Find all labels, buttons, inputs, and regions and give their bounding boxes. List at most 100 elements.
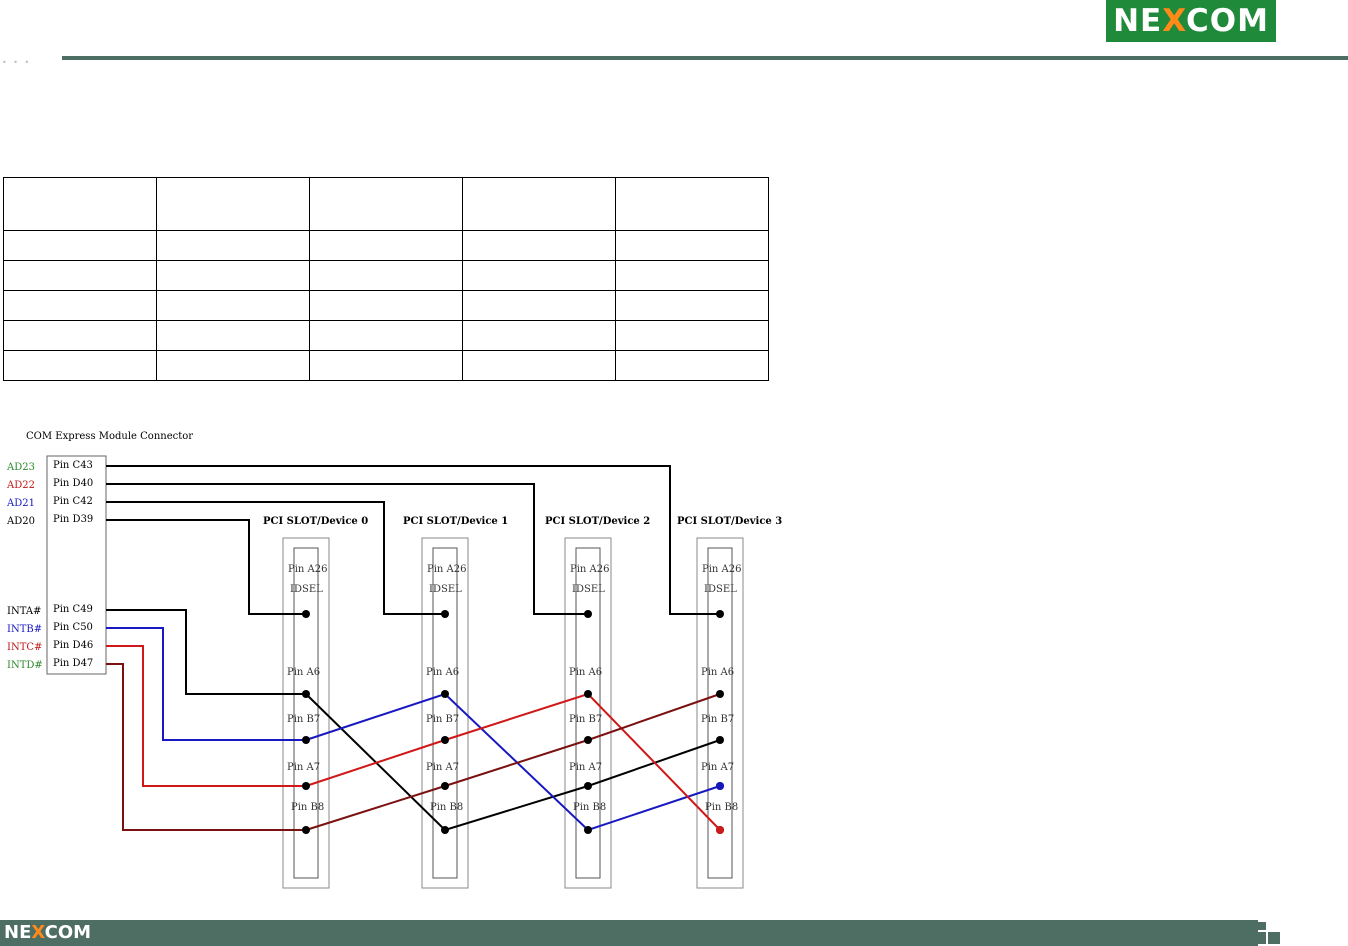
- signal-label: AD20: [6, 516, 35, 527]
- table-cell: [3, 260, 157, 291]
- table-cell: [156, 320, 310, 351]
- pci-slot-title: PCI SLOT/Device 3: [677, 516, 782, 527]
- table-cell: [309, 260, 463, 291]
- table-cell: [156, 260, 310, 291]
- pci-slot-title: PCI SLOT/Device 1: [403, 516, 508, 527]
- idsel-dot: [441, 610, 449, 618]
- idsel-wire: [106, 483, 588, 615]
- slot-pin-label: Pin A7: [426, 762, 459, 773]
- footer-logo-left: NE: [4, 922, 32, 943]
- slot-pin-label: Pin A7: [287, 762, 320, 773]
- table-header-row: [3, 177, 769, 231]
- slot-pin-label: Pin B8: [573, 802, 606, 813]
- pin-dot: [584, 690, 592, 698]
- footer-bar: [0, 920, 1258, 946]
- slot-pin-label: Pin A6: [569, 667, 602, 678]
- table-cell: [462, 260, 616, 291]
- slot-pin-label: Pin B7: [426, 714, 459, 725]
- idsel-dot: [302, 610, 310, 618]
- connector-pin-label: Pin C42: [53, 496, 93, 507]
- slot-pin-label: Pin A6: [287, 667, 320, 678]
- connector-pin-label: Pin D46: [53, 640, 93, 651]
- pci-slot-title: PCI SLOT/Device 2: [545, 516, 650, 527]
- footer-logo: NEXCOM: [4, 920, 91, 946]
- table-cell: [309, 350, 463, 381]
- slot-idsel-label: IDSEL: [572, 584, 605, 595]
- interrupt-wire: [106, 627, 306, 741]
- connector-pin-label: Pin C43: [53, 460, 93, 471]
- idsel-wire: [106, 519, 306, 615]
- table-row: [3, 290, 769, 321]
- pin-dot: [716, 736, 724, 744]
- connector-pin-label: Pin D47: [53, 658, 93, 669]
- footer-corner-mark: [1258, 922, 1280, 944]
- table-cell: [615, 177, 769, 231]
- table-cell: [615, 260, 769, 291]
- idsel-dot: [584, 610, 592, 618]
- slot-pin-label: Pin B7: [701, 714, 734, 725]
- interrupt-wire: [106, 609, 306, 695]
- table-cell: [309, 290, 463, 321]
- slot-pin-label: Pin A7: [569, 762, 602, 773]
- header-rule: [62, 56, 1348, 60]
- slot-pin-label: Pin B8: [705, 802, 738, 813]
- slot-idsel-label: IDSEL: [704, 584, 737, 595]
- header-dots: • • •: [2, 58, 32, 67]
- signal-label: AD21: [6, 498, 35, 509]
- pin-dot: [716, 826, 724, 834]
- slot-pin-label: Pin A7: [701, 762, 734, 773]
- signal-label: INTD#: [7, 660, 43, 671]
- empty-table: [3, 177, 769, 381]
- slot-idsel-pin-label: Pin A26: [288, 564, 328, 575]
- slot-idsel-label: IDSEL: [290, 584, 323, 595]
- table-cell: [3, 350, 157, 381]
- pin-dot: [716, 690, 724, 698]
- interrupt-wire: [106, 663, 306, 831]
- signal-label: INTA#: [7, 606, 41, 617]
- table-cell: [615, 350, 769, 381]
- pci-routing-diagram: COM Express Module Connector AD23 Pin C43 A…: [6, 431, 782, 889]
- table-cell: [3, 230, 157, 261]
- pin-dot: [302, 690, 310, 698]
- slot-idsel-pin-label: Pin A26: [427, 564, 467, 575]
- slot-pin-label: Pin B8: [430, 802, 463, 813]
- pin-dot: [584, 826, 592, 834]
- signal-label: AD23: [6, 462, 35, 473]
- nexcom-logo: NEXCOM: [1106, 0, 1276, 42]
- table-row: [3, 260, 769, 291]
- slot-pin-label: Pin B8: [291, 802, 324, 813]
- table-cell: [309, 320, 463, 351]
- idsel-wire: [106, 465, 720, 615]
- pin-dot: [441, 690, 449, 698]
- table-cell: [156, 350, 310, 381]
- table-cell: [615, 320, 769, 351]
- table-cell: [462, 177, 616, 231]
- pin-dot: [441, 736, 449, 744]
- signal-label: INTC#: [7, 642, 42, 653]
- slot-pin-label: Pin A6: [426, 667, 459, 678]
- connector-title: COM Express Module Connector: [26, 431, 193, 442]
- table-cell: [3, 290, 157, 321]
- idsel-dot: [716, 610, 724, 618]
- table-cell: [156, 177, 310, 231]
- connector-pin-label: Pin D39: [53, 514, 93, 525]
- slot-idsel-label: IDSEL: [429, 584, 462, 595]
- table-cell: [462, 290, 616, 321]
- table-cell: [309, 230, 463, 261]
- pin-dot: [302, 782, 310, 790]
- pin-dot: [584, 736, 592, 744]
- table-cell: [615, 290, 769, 321]
- slot-idsel-pin-label: Pin A26: [570, 564, 610, 575]
- signal-label: AD22: [6, 480, 35, 491]
- logo-text-right: COM: [1185, 3, 1269, 39]
- table-row: [3, 320, 769, 351]
- table-cell: [462, 320, 616, 351]
- table-row: [3, 230, 769, 261]
- footer-logo-x: X: [31, 922, 45, 943]
- pin-dot: [441, 826, 449, 834]
- table-cell: [3, 177, 157, 231]
- table-cell: [156, 230, 310, 261]
- logo-text-left: NE: [1113, 3, 1163, 39]
- pin-dot: [441, 782, 449, 790]
- slot-pin-label: Pin A6: [701, 667, 734, 678]
